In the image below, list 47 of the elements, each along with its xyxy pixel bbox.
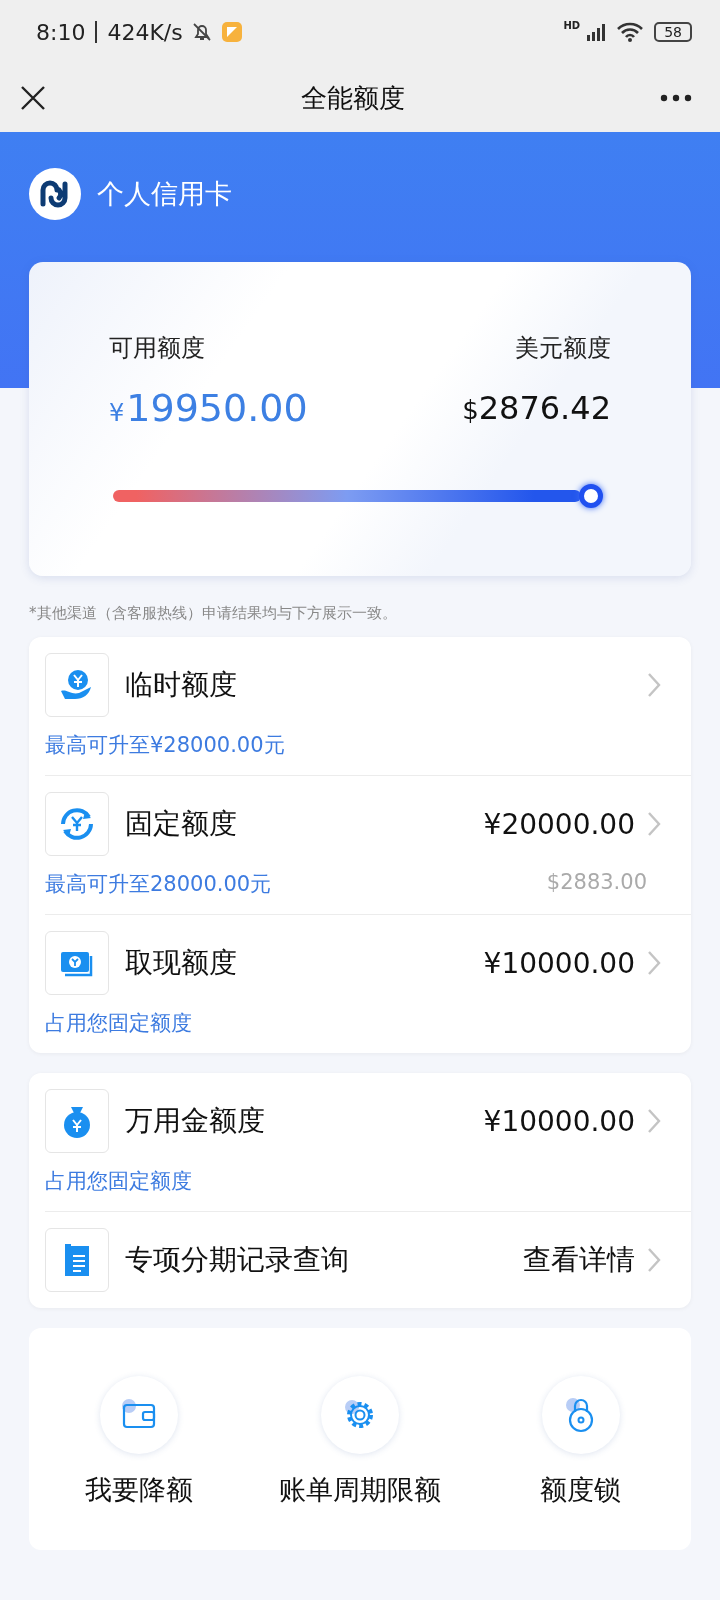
limit-list-item[interactable]: 固定额度 ¥20000.00 最高可升至28000.00元 $2883.00 <box>45 775 691 914</box>
status-time: 8:10 <box>36 19 86 45</box>
limit-item-title: 取现额度 <box>125 945 238 981</box>
disclaimer-note: *其他渠道（含客服热线）申请结果均与下方展示一致。 <box>28 603 398 624</box>
limit-item-value: ¥20000.00 <box>483 807 635 841</box>
chevron-right-icon <box>647 950 661 976</box>
limit-item-hint: 最高可升至¥28000.00元 <box>45 732 285 759</box>
battery-level: 58 <box>654 22 692 42</box>
action-label: 额度锁 <box>540 1473 622 1507</box>
limit-item-value: ¥10000.00 <box>483 946 635 980</box>
limit-item-hint: 占用您固定额度 <box>45 1010 192 1037</box>
bank-logo-icon <box>29 168 81 220</box>
wifi-icon <box>616 21 645 43</box>
limit-list-item[interactable]: 专项分期记录查询 查看详情 <box>45 1211 691 1308</box>
limit-item-title: 临时额度 <box>125 667 238 703</box>
card-product-name: 个人信用卡 <box>97 177 232 211</box>
chevron-right-icon <box>647 672 661 698</box>
action-label: 账单周期限额 <box>279 1473 441 1507</box>
action-button[interactable] <box>541 1376 620 1454</box>
chevron-right-icon <box>647 1108 661 1134</box>
more-icon[interactable] <box>660 94 692 102</box>
chevron-right-icon <box>647 811 661 837</box>
limit-item-usd-value: $2883.00 <box>546 870 647 896</box>
page-title: 全能额度 <box>300 81 406 115</box>
limit-bar-thumb <box>579 484 603 508</box>
usd-limit-amount: $2876.42 <box>462 389 611 427</box>
action-button[interactable] <box>100 1376 179 1454</box>
limit-item-title: 专项分期记录查询 <box>125 1242 350 1278</box>
limit-item-title: 固定额度 <box>125 806 238 842</box>
close-icon[interactable] <box>20 85 46 111</box>
usd-limit-label: 美元额度 <box>515 333 611 364</box>
action-button[interactable] <box>321 1376 399 1454</box>
notification-app-icon <box>220 21 243 43</box>
available-limit-amount: ¥19950.00 <box>109 386 308 430</box>
limit-list-item[interactable]: 取现额度 ¥10000.00 占用您固定额度 <box>45 914 691 1053</box>
limit-list-item[interactable]: 万用金额度 ¥10000.00 占用您固定额度 <box>29 1073 691 1211</box>
available-limit-label: 可用额度 <box>109 333 205 364</box>
limit-item-title: 万用金额度 <box>125 1103 266 1139</box>
network-type: HD <box>563 20 581 31</box>
limit-item-hint: 占用您固定额度 <box>45 1168 192 1195</box>
limit-item-value: 查看详情 <box>523 1242 635 1278</box>
limit-item-value: ¥10000.00 <box>483 1104 635 1138</box>
action-label: 我要降额 <box>85 1473 194 1507</box>
limit-list-item[interactable]: 临时额度 最高可升至¥28000.00元 <box>29 637 691 775</box>
limit-item-hint: 最高可升至28000.00元 <box>45 871 272 898</box>
chevron-right-icon <box>647 1247 661 1273</box>
network-speed: 424K/s <box>107 19 183 45</box>
